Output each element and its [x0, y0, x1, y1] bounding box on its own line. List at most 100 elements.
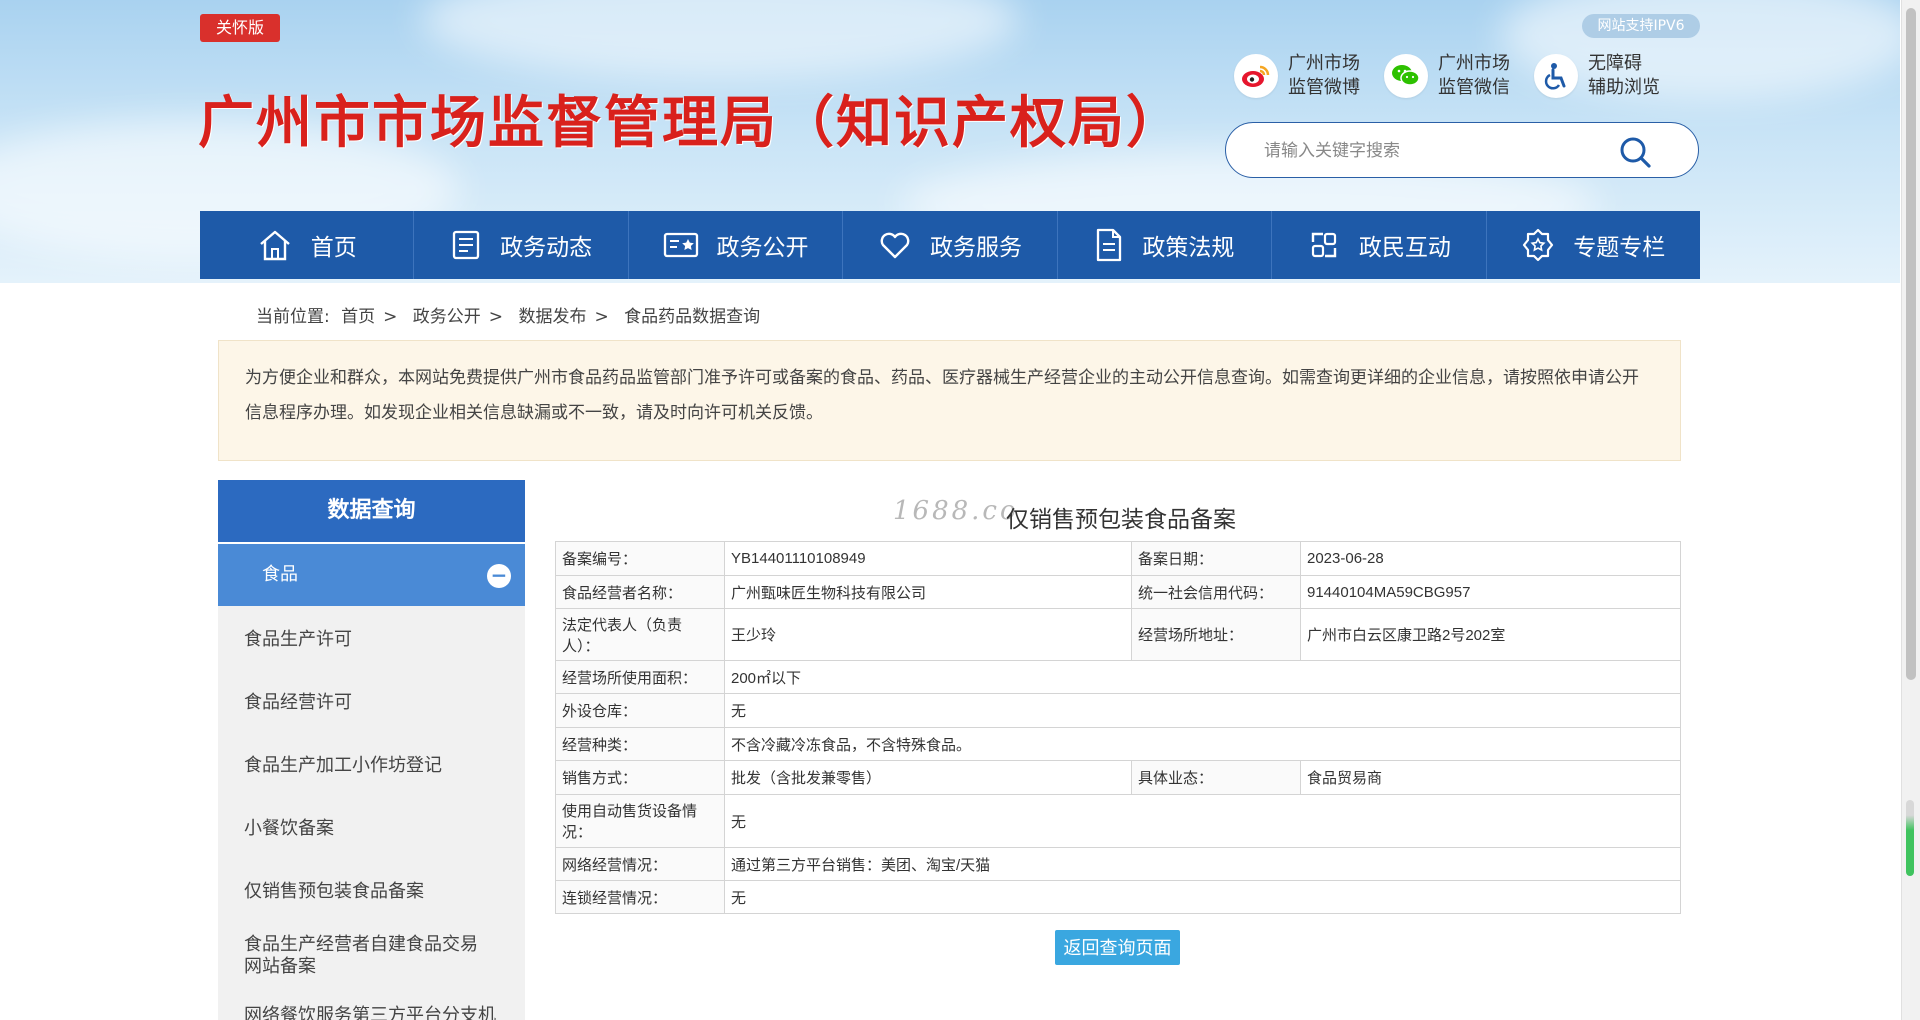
- field-label: 经营场所地址：: [1131, 608, 1301, 661]
- heart-icon: [880, 232, 910, 259]
- site-title: 广州市市场监督管理局（知识产权局）: [198, 90, 1184, 156]
- breadcrumb-item-current[interactable]: 食品药品数据查询: [624, 307, 760, 327]
- breadcrumb-item-data[interactable]: 数据发布: [518, 307, 586, 327]
- main-nav: 首页 政务动态 政务公开 政务服务 政策法规 政民互动 专题专栏: [200, 211, 1700, 279]
- breadcrumb-separator: >: [488, 307, 504, 327]
- sidebar: 数据查询 食品 − 食品生产许可 食品经营许可 食品生产加工小作坊登记 小餐饮备…: [218, 480, 525, 1020]
- sidebar-item-small-catering[interactable]: 小餐饮备案: [218, 795, 525, 858]
- nav-home-label: 首页: [310, 235, 357, 261]
- field-value: 无: [724, 794, 1681, 848]
- accessibility-link[interactable]: 无障碍 辅助浏览: [1534, 52, 1660, 100]
- accessibility-label-line2: 辅助浏览: [1588, 77, 1660, 98]
- table-row: 法定代表人（负责人）： 王少玲 经营场所地址： 广州市白云区康卫路2号202室: [555, 608, 1681, 661]
- field-value: 200㎡以下: [724, 660, 1681, 694]
- table-row: 连锁经营情况： 无: [555, 880, 1681, 914]
- accessibility-label-line1: 无障碍: [1588, 53, 1642, 74]
- field-value: 无: [724, 693, 1681, 728]
- back-to-query-button[interactable]: 返回查询页面: [1055, 930, 1180, 965]
- table-row: 使用自动售货设备情况： 无: [555, 794, 1681, 848]
- interaction-icon: [1311, 232, 1337, 258]
- field-label: 使用自动售货设备情况：: [555, 794, 725, 848]
- wechat-icon: [1384, 54, 1428, 98]
- ipv6-badge: 网站支持IPV6: [1582, 14, 1700, 38]
- nav-interaction[interactable]: 政民互动: [1272, 211, 1487, 279]
- weibo-icon: [1234, 54, 1278, 98]
- breadcrumb-separator: >: [383, 307, 398, 327]
- record-table: 备案编号： YB14401110108949 备案日期： 2023-06-28 …: [555, 541, 1681, 914]
- sidebar-heading: 数据查询: [218, 480, 525, 544]
- field-value: 批发（含批发兼零售）: [724, 760, 1132, 795]
- nav-services[interactable]: 政务服务: [843, 211, 1058, 279]
- sidebar-item-production-license[interactable]: 食品生产许可: [218, 606, 525, 669]
- field-label: 外设仓库：: [555, 693, 725, 728]
- table-row: 食品经营者名称： 广州甄味匠生物科技有限公司 统一社会信用代码： 9144010…: [555, 575, 1681, 609]
- field-label: 备案编号：: [555, 541, 725, 576]
- nav-disclosure-label: 政务公开: [716, 235, 809, 261]
- table-row: 经营种类： 不含冷藏冷冻食品，不含特殊食品。: [555, 727, 1681, 761]
- sidebar-item-prepackaged[interactable]: 仅销售预包装食品备案: [218, 858, 525, 921]
- breadcrumb-prefix: 当前位置:: [256, 307, 330, 327]
- nav-special[interactable]: 专题专栏: [1487, 211, 1700, 279]
- floating-scroll-indicator[interactable]: [1906, 800, 1914, 876]
- sidebar-item-online-catering[interactable]: 网络餐饮服务第三方平台分支机: [218, 991, 525, 1020]
- field-label: 备案日期：: [1131, 541, 1301, 576]
- sidebar-item-workshop[interactable]: 食品生产加工小作坊登记: [218, 732, 525, 795]
- badge-icon: [1523, 228, 1554, 262]
- news-icon: [452, 230, 480, 260]
- sidebar-item-operation-license[interactable]: 食品经营许可: [218, 669, 525, 732]
- sidebar-item-trading-website[interactable]: 食品生产经营者自建食品交易网站备案: [218, 921, 525, 991]
- breadcrumb-separator: >: [594, 307, 609, 327]
- field-label: 法定代表人（负责人）：: [555, 608, 725, 661]
- nav-interaction-label: 政民互动: [1358, 235, 1451, 261]
- field-value: 91440104MA59CBG957: [1300, 575, 1681, 609]
- nav-services-label: 政务服务: [929, 235, 1022, 261]
- weibo-link[interactable]: 广州市场 监管微博: [1234, 52, 1360, 100]
- breadcrumb: 当前位置: 首页 > 政务公开 > 数据发布 > 食品药品数据查询: [256, 302, 766, 327]
- site-header: 关怀版 广州市市场监督管理局（知识产权局） 网站支持IPV6 广州市场 监管微博: [0, 0, 1900, 283]
- field-label: 统一社会信用代码：: [1131, 575, 1301, 609]
- field-label: 具体业态：: [1131, 760, 1301, 795]
- nav-special-label: 专题专栏: [1573, 235, 1666, 261]
- disclosure-icon: [663, 232, 698, 258]
- record-title: 仅销售预包装食品备案: [1006, 507, 1236, 533]
- search-box: [1225, 122, 1699, 178]
- home-icon: [259, 230, 290, 261]
- accessibility-icon: [1534, 54, 1578, 98]
- table-row: 经营场所使用面积： 200㎡以下: [555, 660, 1681, 694]
- field-value: 通过第三方平台销售：美团、淘宝/天猫: [724, 847, 1681, 881]
- search-input[interactable]: [1262, 137, 1606, 165]
- field-value: 食品贸易商: [1300, 760, 1681, 795]
- notice-box: 为方便企业和群众，本网站免费提供广州市食品药品监管部门准予许可或备案的食品、药品…: [218, 340, 1681, 461]
- field-value: 不含冷藏冷冻食品，不含特殊食品。: [724, 727, 1681, 761]
- table-row: 网络经营情况： 通过第三方平台销售：美团、淘宝/天猫: [555, 847, 1681, 881]
- field-value: 王少玲: [724, 608, 1132, 661]
- watermark: 1688.co: [893, 496, 1019, 526]
- care-version-link[interactable]: 关怀版: [200, 14, 280, 42]
- document-icon: [1097, 228, 1122, 262]
- nav-disclosure[interactable]: 政务公开: [629, 211, 844, 279]
- breadcrumb-item-home[interactable]: 首页: [341, 307, 375, 327]
- field-value: 无: [724, 880, 1681, 914]
- field-label: 连锁经营情况：: [555, 880, 725, 914]
- field-label: 网络经营情况：: [555, 847, 725, 881]
- nav-news[interactable]: 政务动态: [414, 211, 629, 279]
- wechat-link[interactable]: 广州市场 监管微信: [1384, 52, 1510, 100]
- field-label: 经营场所使用面积：: [555, 660, 725, 694]
- field-value: 广州甄味匠生物科技有限公司: [724, 575, 1132, 609]
- nav-policy-label: 政策法规: [1142, 235, 1235, 261]
- field-label: 食品经营者名称：: [555, 575, 725, 609]
- sidebar-category-label: 食品: [262, 564, 298, 585]
- wechat-label-line2: 监管微信: [1438, 77, 1510, 98]
- cloud-decoration: [420, 0, 1020, 80]
- table-row: 外设仓库： 无: [555, 693, 1681, 728]
- scrollbar-thumb[interactable]: [1906, 8, 1916, 680]
- breadcrumb-item-disclosure[interactable]: 政务公开: [413, 307, 481, 327]
- collapse-icon[interactable]: −: [487, 564, 511, 588]
- field-value: 广州市白云区康卫路2号202室: [1300, 608, 1681, 661]
- sidebar-category-food[interactable]: 食品 −: [218, 544, 525, 606]
- nav-home[interactable]: 首页: [200, 211, 415, 279]
- search-icon[interactable]: [1618, 135, 1652, 169]
- table-row: 备案编号： YB14401110108949 备案日期： 2023-06-28: [555, 541, 1681, 576]
- field-label: 经营种类：: [555, 727, 725, 761]
- nav-policy[interactable]: 政策法规: [1058, 211, 1273, 279]
